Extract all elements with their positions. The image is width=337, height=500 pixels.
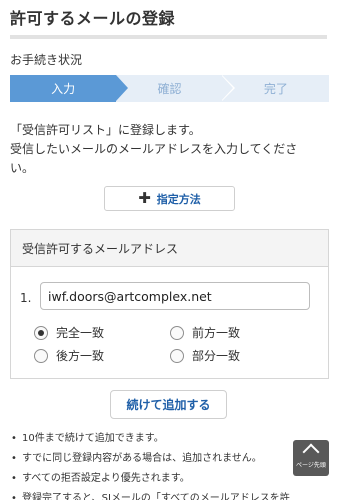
step-label: 入力 — [51, 82, 76, 96]
chevron-up-icon — [302, 443, 320, 461]
radio-button[interactable] — [170, 348, 184, 363]
radio-button[interactable] — [170, 325, 184, 340]
page-title: 許可するメールの登録 — [10, 9, 176, 28]
instruction-line: い。 — [10, 161, 35, 175]
note-item: 10件まで続けて追加できます。 — [10, 429, 329, 449]
radio-exact-match[interactable]: 完全一致 — [34, 324, 104, 341]
radio-partial-match[interactable]: 部分一致 — [170, 347, 240, 364]
radio-prefix-match[interactable]: 前方一致 — [170, 324, 240, 341]
radio-label: 前方一致 — [192, 326, 241, 340]
radio-button[interactable] — [34, 348, 48, 363]
note-item: 登録完了すると、SIメールの「すべてのメールアドレスを許 — [10, 489, 329, 500]
radio-button-checked[interactable] — [34, 325, 48, 340]
note-item: すべての拒否設定より優先されます。 — [10, 469, 329, 489]
step-arrow — [116, 75, 128, 101]
allowed-email-panel: 受信許可するメールアドレス 1. 完全一致 前方一致 後方一致 部分一致 — [10, 229, 329, 379]
radio-label: 部分一致 — [192, 349, 241, 363]
step-input: 入力 — [10, 75, 117, 102]
step-label: 完了 — [263, 82, 288, 96]
page-top-button[interactable]: ページ先頭 — [293, 440, 329, 476]
notes-list: 10件まで続けて追加できます。 すでに同じ登録内容がある場合は、追加されません。… — [10, 429, 329, 500]
specification-method-button[interactable]: ✚ 指定方法 — [104, 186, 235, 211]
radio-label: 完全一致 — [56, 326, 105, 340]
step-confirm: 確認 — [116, 75, 223, 102]
radio-label: 後方一致 — [56, 349, 105, 363]
email-address-input[interactable] — [40, 282, 310, 310]
add-more-button[interactable]: 続けて追加する — [110, 390, 227, 419]
method-button-label: 指定方法 — [156, 192, 201, 206]
instruction-line: 受信したいメールのメールアドレスを入力してくださ — [10, 142, 298, 156]
instruction-line: 「受信許可リスト」に登録します。 — [10, 123, 201, 137]
panel-header: 受信許可するメールアドレス — [11, 230, 328, 267]
step-label: 確認 — [157, 82, 182, 96]
radio-suffix-match[interactable]: 後方一致 — [34, 347, 104, 364]
step-arrow — [221, 75, 233, 101]
note-item: すでに同じ登録内容がある場合は、追加されません。 — [10, 449, 329, 469]
page-top-label: ページ先頭 — [296, 462, 326, 469]
row-number: 1. — [20, 291, 32, 305]
title-divider — [10, 35, 327, 39]
plus-icon: ✚ — [138, 189, 151, 207]
step-complete: 完了 — [222, 75, 329, 102]
instruction-text: 「受信許可リスト」に登録します。 受信したいメールのメールアドレスを入力してくだ… — [10, 121, 329, 178]
progress-stepper: 入力 確認 完了 — [10, 75, 329, 102]
procedure-status-label: お手続き状況 — [10, 53, 83, 67]
